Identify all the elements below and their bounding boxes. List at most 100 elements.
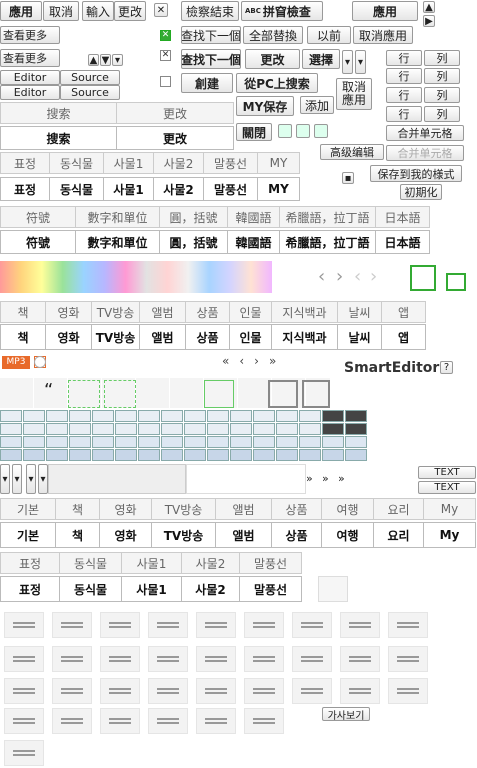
tab-my[interactable]: MY (258, 177, 300, 201)
tab-units[interactable]: 數字和單位 (76, 206, 160, 228)
tab-album[interactable]: 앨범 (140, 324, 186, 350)
tab-travel[interactable]: 여행 (322, 498, 374, 520)
table-style-cell[interactable] (345, 423, 367, 435)
tab-brackets[interactable]: 圓，括號 (160, 206, 228, 228)
layout-option-icon[interactable] (52, 708, 92, 734)
layout-icon[interactable] (314, 124, 328, 138)
tab-product[interactable]: 상품 (186, 301, 230, 323)
tab-expression[interactable]: 표정 (0, 152, 50, 174)
tab-movie[interactable]: 영화 (100, 498, 152, 520)
table-style-cell[interactable] (46, 410, 68, 422)
table-style-cell[interactable] (207, 436, 229, 448)
table-style-cell[interactable] (23, 436, 45, 448)
tab-japanese[interactable]: 日本語 (376, 206, 430, 228)
tab-greek[interactable]: 希臘語，拉丁語 (280, 206, 376, 228)
frame-dashed-icon[interactable] (104, 380, 136, 408)
scroll-right-icon[interactable]: » (338, 472, 345, 485)
pc-search-button[interactable]: 從PC上搜索 (236, 73, 318, 93)
tab-search[interactable]: 搜索 (0, 126, 117, 150)
quote-icon[interactable]: “ (44, 380, 53, 401)
delete-col-button[interactable]: 列 (424, 87, 460, 103)
table-style-cell[interactable] (253, 436, 275, 448)
insert-col-button[interactable]: 列 (424, 68, 460, 84)
layout-option-icon[interactable] (340, 678, 380, 704)
mp3-icon[interactable]: MP3 (2, 356, 30, 369)
table-style-cell[interactable] (299, 410, 321, 422)
tab-object1[interactable]: 사물1 (104, 177, 154, 201)
layout-option-icon[interactable] (148, 646, 188, 672)
table-style-cell[interactable] (207, 423, 229, 435)
layout-icon[interactable] (296, 124, 310, 138)
layout-option-icon[interactable] (196, 678, 236, 704)
table-style-cell[interactable] (230, 423, 252, 435)
spinner[interactable]: ▾ (355, 50, 366, 74)
layout-option-icon[interactable] (388, 612, 428, 638)
uncheck-icon[interactable]: ✕ (160, 50, 171, 61)
first-page-icon[interactable]: « (222, 354, 229, 368)
change-button[interactable]: 更改 (245, 49, 300, 69)
layout-option-icon[interactable] (148, 612, 188, 638)
layout-option-icon[interactable] (100, 646, 140, 672)
table-style-cell[interactable] (299, 436, 321, 448)
dropdown-icon[interactable]: ▾ (0, 464, 10, 494)
tab-my[interactable]: My (424, 522, 476, 548)
find-next-button[interactable]: 查找下一個 (181, 26, 241, 44)
tab-album[interactable]: 앨범 (140, 301, 186, 323)
table-style-cell[interactable] (161, 449, 183, 461)
layout-option-icon[interactable] (196, 612, 236, 638)
spell-end-button[interactable]: 檢察結束 (181, 1, 239, 21)
table-style-cell[interactable] (69, 436, 91, 448)
table-style-cell[interactable] (23, 410, 45, 422)
dropdown-icon[interactable]: ▾ (38, 464, 48, 494)
layout-option-icon[interactable] (100, 708, 140, 734)
table-style-cell[interactable] (207, 449, 229, 461)
layout-option-icon[interactable] (148, 678, 188, 704)
layout-option-icon[interactable] (4, 740, 44, 766)
tab-person[interactable]: 인물 (230, 324, 272, 350)
layout-option-icon[interactable] (244, 646, 284, 672)
table-style-cell[interactable] (253, 423, 275, 435)
tab-person[interactable]: 인물 (230, 301, 272, 323)
table-style-cell[interactable] (69, 410, 91, 422)
tab-book[interactable]: 책 (56, 522, 100, 548)
table-style-cell[interactable] (345, 410, 367, 422)
disc-icon[interactable] (34, 356, 46, 368)
select-button[interactable]: 選擇 (302, 49, 340, 69)
last-page-icon[interactable]: » (269, 354, 276, 368)
frame-solid-icon[interactable] (204, 380, 234, 408)
table-style-cell[interactable] (276, 423, 298, 435)
layout-option-icon[interactable] (4, 708, 44, 734)
table-style-cell[interactable] (184, 436, 206, 448)
select-frame-icon[interactable] (410, 265, 436, 291)
tab-korean[interactable]: 韓國語 (228, 230, 280, 254)
tab-change[interactable]: 更改 (117, 102, 234, 124)
spinner[interactable]: ▼ (100, 54, 111, 66)
layout-option-icon[interactable] (388, 678, 428, 704)
create-button[interactable]: 創建 (181, 73, 233, 93)
tab-cooking[interactable]: 요리 (374, 522, 424, 548)
insert-row-button[interactable]: 行 (386, 50, 422, 66)
stop-icon[interactable]: ▪ (342, 172, 354, 184)
table-style-cell[interactable] (322, 449, 344, 461)
see-more-button[interactable]: 查看更多 (0, 49, 60, 67)
table-style-cell[interactable] (138, 423, 160, 435)
replace-all-button[interactable]: 全部替換 (243, 26, 303, 44)
insert-col-button[interactable]: 列 (424, 50, 460, 66)
table-style-cell[interactable] (115, 410, 137, 422)
table-style-cell[interactable] (230, 449, 252, 461)
tab-source[interactable]: Source (60, 70, 120, 85)
tab-basic[interactable]: 기본 (0, 522, 56, 548)
merge-cells-button[interactable]: 合并单元格 (386, 125, 464, 141)
table-style-cell[interactable] (92, 410, 114, 422)
layout-icon[interactable] (318, 576, 348, 602)
scroll-right-icon[interactable]: » (322, 472, 329, 485)
table-style-cell[interactable] (0, 449, 22, 461)
spinner[interactable]: ▾ (112, 54, 123, 66)
tab-nature[interactable]: 동식물 (50, 152, 104, 174)
lyrics-preview-button[interactable]: 가사보기 (322, 707, 370, 721)
next-page-icon[interactable]: › (254, 354, 259, 368)
table-style-cell[interactable] (46, 423, 68, 435)
tab-book[interactable]: 책 (0, 301, 46, 323)
tab-change[interactable]: 更改 (117, 126, 234, 150)
tab-product[interactable]: 상품 (272, 522, 322, 548)
